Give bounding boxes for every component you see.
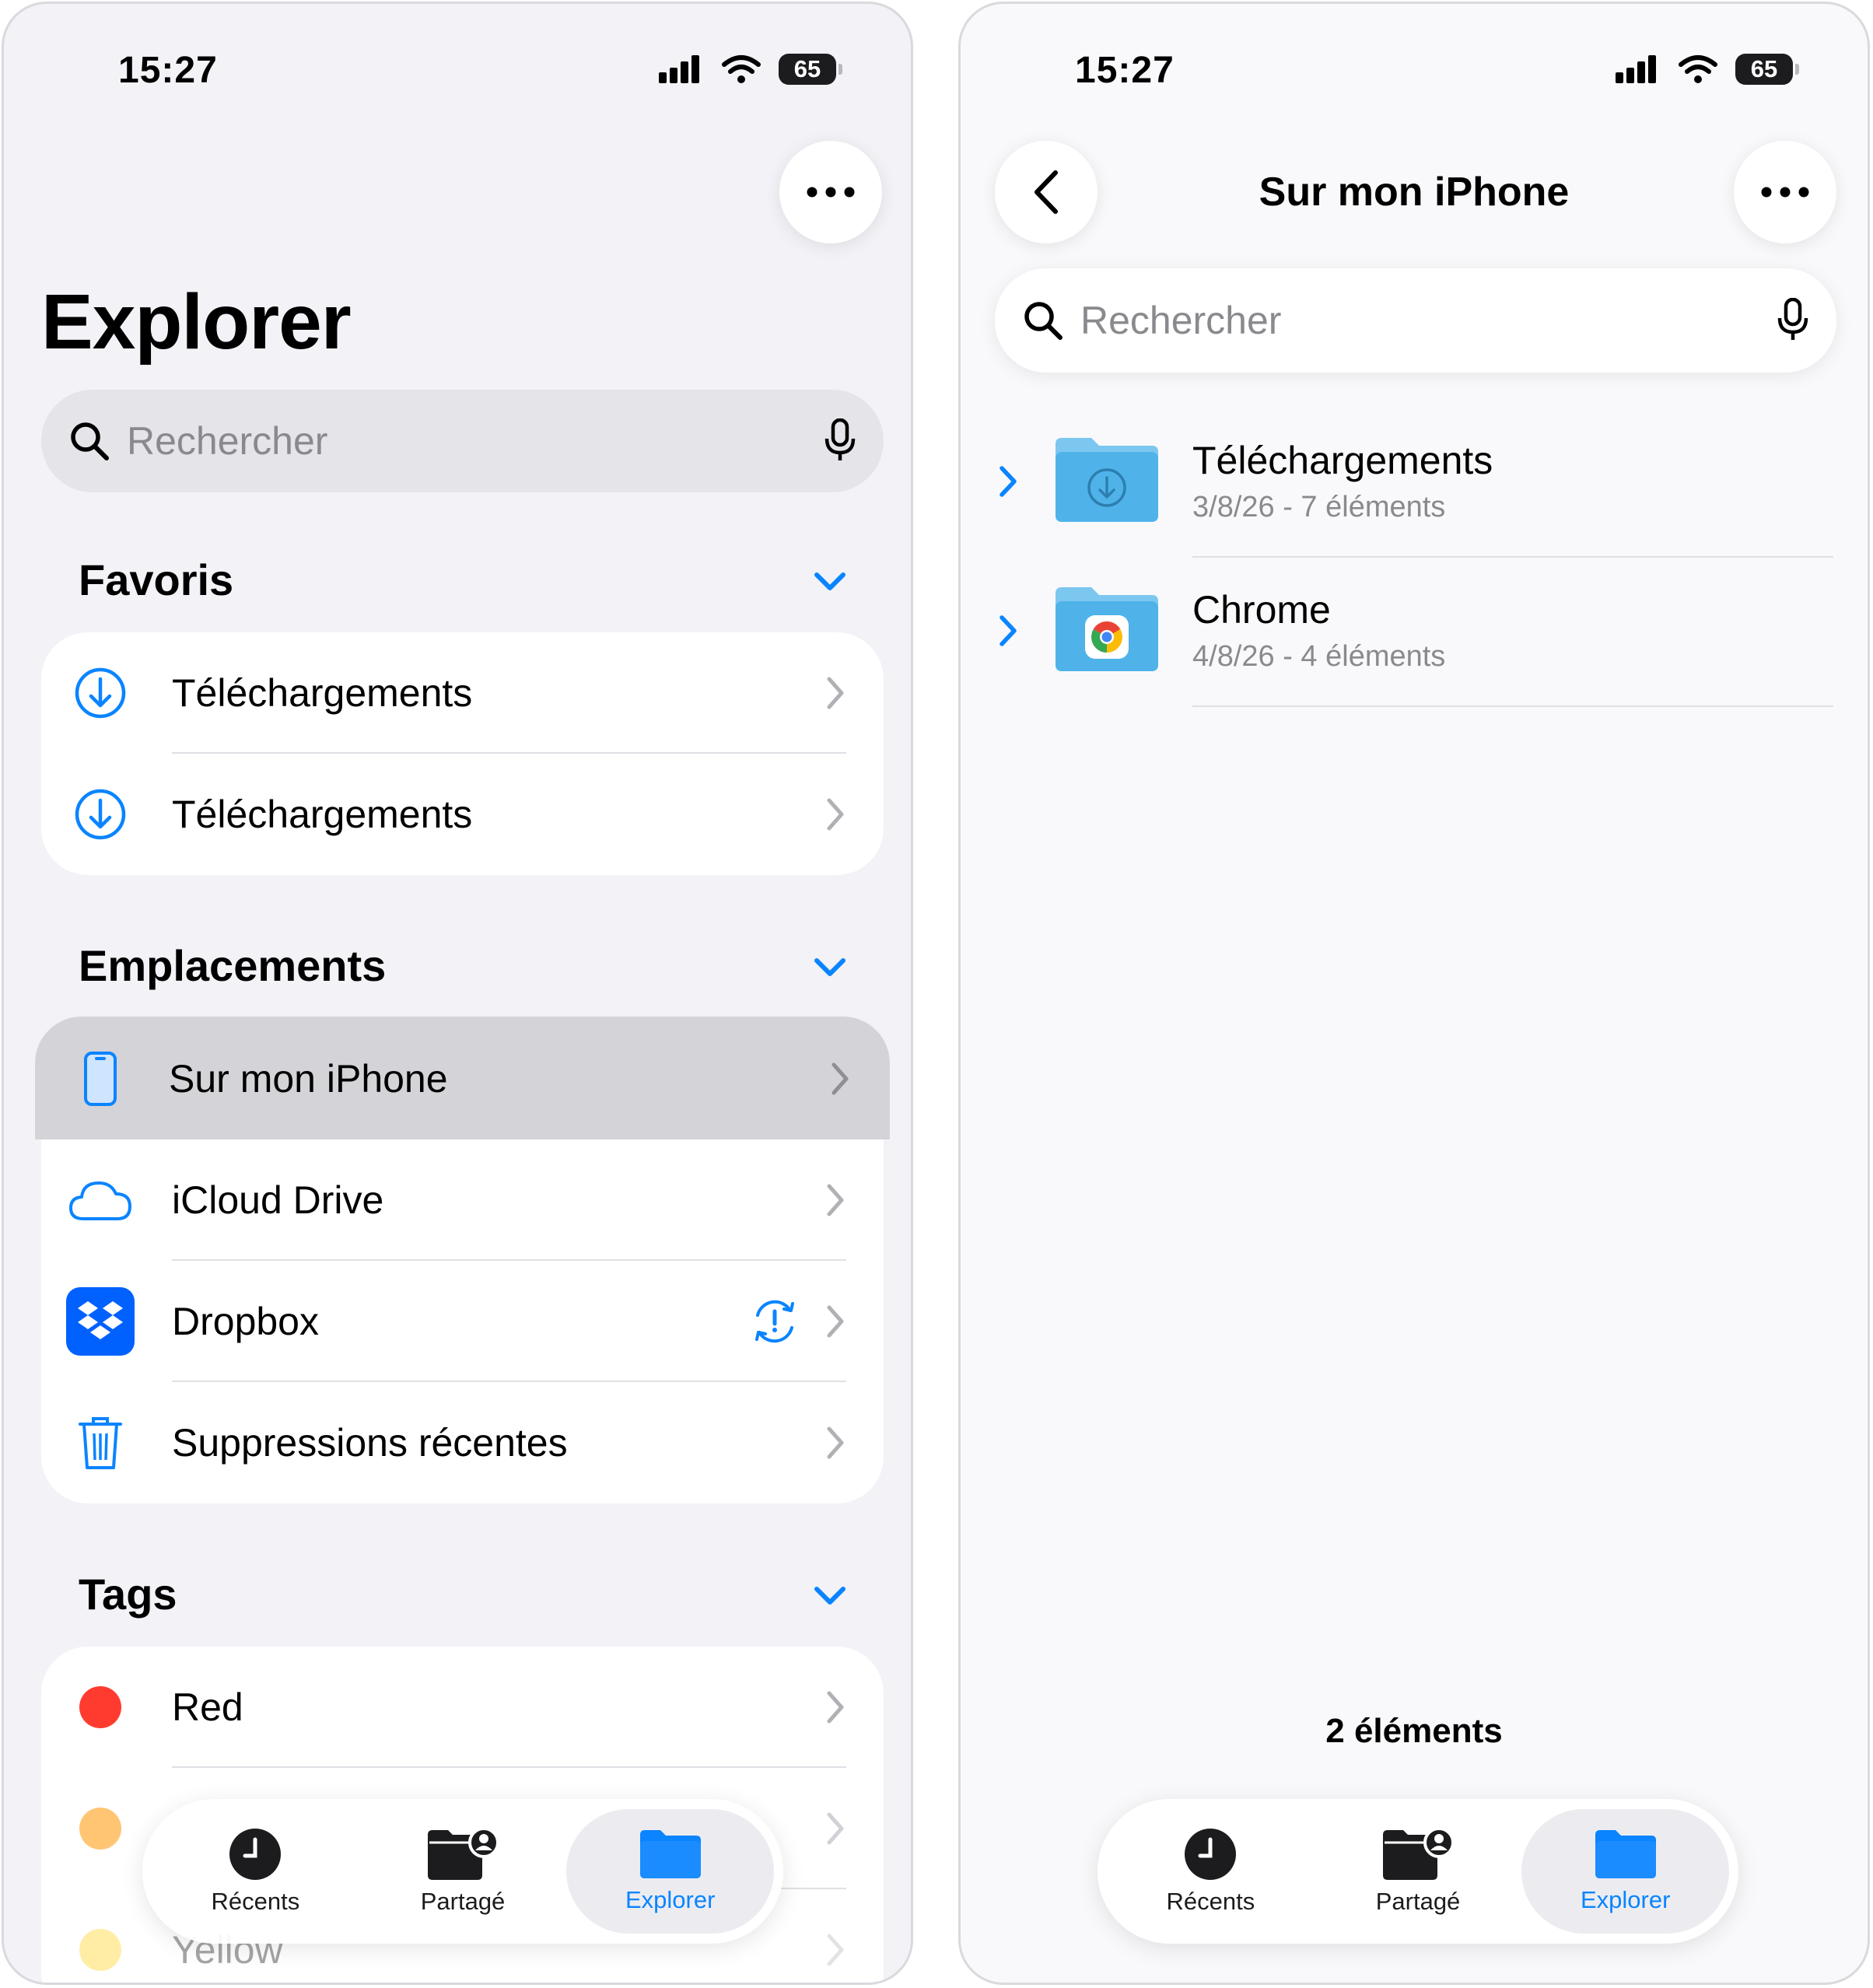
status-time: 15:27	[1075, 50, 1175, 91]
tab-label: Explorer	[625, 1886, 716, 1913]
shared-folder-icon	[1383, 1827, 1455, 1880]
folder-icon	[639, 1830, 701, 1878]
downloads-folder-icon	[1056, 438, 1158, 522]
nav-title: Sur mon iPhone	[1259, 170, 1570, 215]
chevron-right-icon	[827, 1305, 844, 1338]
tab-bar: Récents Partagé Explorer	[1098, 1799, 1738, 1944]
favorite-item-label: Téléchargements	[172, 793, 473, 836]
icloud-icon	[66, 1166, 135, 1234]
tags-section-title: Tags	[79, 1570, 177, 1619]
dropbox-icon	[66, 1287, 135, 1356]
microphone-icon[interactable]	[824, 418, 856, 464]
chevron-right-icon	[827, 1934, 844, 1966]
tab-explorer[interactable]: Explorer	[566, 1809, 775, 1934]
wifi-icon	[722, 55, 761, 83]
search-icon	[1024, 302, 1063, 340]
location-item-label: Suppressions récentes	[172, 1421, 568, 1465]
chrome-folder-icon	[1056, 587, 1158, 671]
chevron-right-icon	[827, 677, 844, 709]
locations-section-title: Emplacements	[79, 941, 387, 990]
chevron-down-icon[interactable]	[813, 1584, 847, 1608]
iphone-icon	[66, 1045, 135, 1113]
folder-name: Chrome	[1192, 588, 1331, 632]
microphone-icon[interactable]	[1777, 298, 1808, 343]
battery-indicator: 65	[1735, 54, 1799, 85]
search-placeholder: Rechercher	[1080, 299, 1282, 342]
chevron-right-icon	[827, 798, 844, 831]
location-item-dropbox[interactable]: Dropbox	[41, 1261, 884, 1382]
location-item-label: iCloud Drive	[172, 1178, 384, 1222]
location-item-label: Dropbox	[172, 1300, 319, 1343]
explorer-screen: 15:27 65 Explorer Rechercher Favoris Tél…	[2, 2, 913, 1985]
item-count-footer: 2 éléments	[1325, 1712, 1503, 1750]
on-my-iphone-screen: 15:27 65 Sur mon iPhone Rechercher Téléc…	[958, 2, 1870, 1985]
download-circle-icon	[66, 659, 135, 727]
disclosure-chevron-icon[interactable]	[998, 614, 1018, 648]
folder-meta: 3/8/26 - 7 éléments	[1192, 491, 1446, 523]
search-placeholder: Rechercher	[127, 419, 328, 463]
folder-row-chrome[interactable]: Chrome 4/8/26 - 4 éléments	[961, 558, 1868, 707]
search-field[interactable]: Rechercher	[41, 390, 884, 492]
tag-item-label: Red	[172, 1685, 243, 1729]
folder-meta: 4/8/26 - 4 éléments	[1192, 640, 1446, 673]
download-circle-icon	[66, 780, 135, 849]
favorites-list: Téléchargements Téléchargements	[41, 632, 884, 875]
search-icon	[71, 422, 109, 460]
row-separator	[1192, 705, 1833, 707]
chevron-down-icon[interactable]	[813, 570, 847, 593]
chevron-right-icon	[827, 1691, 844, 1724]
chevron-down-icon[interactable]	[813, 956, 847, 979]
favorite-item-downloads[interactable]: Téléchargements	[41, 632, 884, 754]
trash-icon	[66, 1409, 135, 1477]
location-item-label: Sur mon iPhone	[169, 1057, 448, 1101]
tab-recents[interactable]: Récents	[152, 1809, 359, 1934]
tab-label: Explorer	[1580, 1886, 1671, 1913]
chevron-right-icon	[827, 1426, 844, 1459]
more-options-button[interactable]	[779, 141, 882, 243]
tag-color-dot	[66, 1916, 135, 1983]
favorite-item-downloads[interactable]: Téléchargements	[41, 754, 884, 875]
cellular-signal-icon	[1616, 55, 1656, 83]
tab-bar: Récents Partagé Explorer	[142, 1799, 783, 1944]
tab-explorer[interactable]: Explorer	[1521, 1809, 1730, 1934]
search-field[interactable]: Rechercher	[995, 268, 1836, 373]
tab-label: Partagé	[420, 1888, 506, 1915]
location-item-icloud-drive[interactable]: iCloud Drive	[41, 1139, 884, 1261]
battery-indicator: 65	[779, 54, 842, 85]
sync-warning-icon[interactable]	[750, 1298, 800, 1345]
status-time: 15:27	[118, 50, 218, 91]
favorite-item-label: Téléchargements	[172, 671, 473, 715]
tag-item-red[interactable]: Red	[41, 1647, 884, 1768]
status-bar-icons: 65	[1614, 54, 1799, 85]
tag-color-dot	[66, 1673, 135, 1741]
cellular-signal-icon	[659, 55, 699, 83]
tag-color-dot	[66, 1794, 135, 1863]
location-item-recently-deleted[interactable]: Suppressions récentes	[41, 1382, 884, 1503]
disclosure-chevron-icon[interactable]	[998, 464, 1018, 499]
tab-label: Partagé	[1375, 1888, 1461, 1915]
chevron-right-icon	[827, 1812, 844, 1845]
shared-folder-icon	[428, 1827, 499, 1880]
wifi-icon	[1679, 55, 1717, 83]
chevron-right-icon	[831, 1062, 849, 1095]
page-title: Explorer	[41, 278, 352, 366]
status-bar-icons: 65	[657, 54, 842, 85]
favorites-section-title: Favoris	[79, 555, 234, 604]
tab-shared[interactable]: Partagé	[359, 1809, 567, 1934]
ellipsis-icon	[1761, 187, 1809, 198]
tab-recents[interactable]: Récents	[1107, 1809, 1315, 1934]
tab-shared[interactable]: Partagé	[1315, 1809, 1522, 1934]
folder-name: Téléchargements	[1192, 439, 1493, 482]
clock-icon	[1185, 1829, 1237, 1880]
tab-label: Récents	[211, 1888, 300, 1915]
clock-icon	[229, 1829, 282, 1880]
more-options-button[interactable]	[1734, 141, 1836, 243]
location-item-on-my-iphone-selected[interactable]: Sur mon iPhone	[41, 1018, 884, 1139]
chevron-right-icon	[827, 1184, 844, 1216]
tab-label: Récents	[1166, 1888, 1255, 1915]
folder-row-downloads[interactable]: Téléchargements 3/8/26 - 7 éléments	[961, 408, 1868, 558]
ellipsis-icon	[807, 187, 855, 198]
folder-icon	[1595, 1830, 1656, 1878]
